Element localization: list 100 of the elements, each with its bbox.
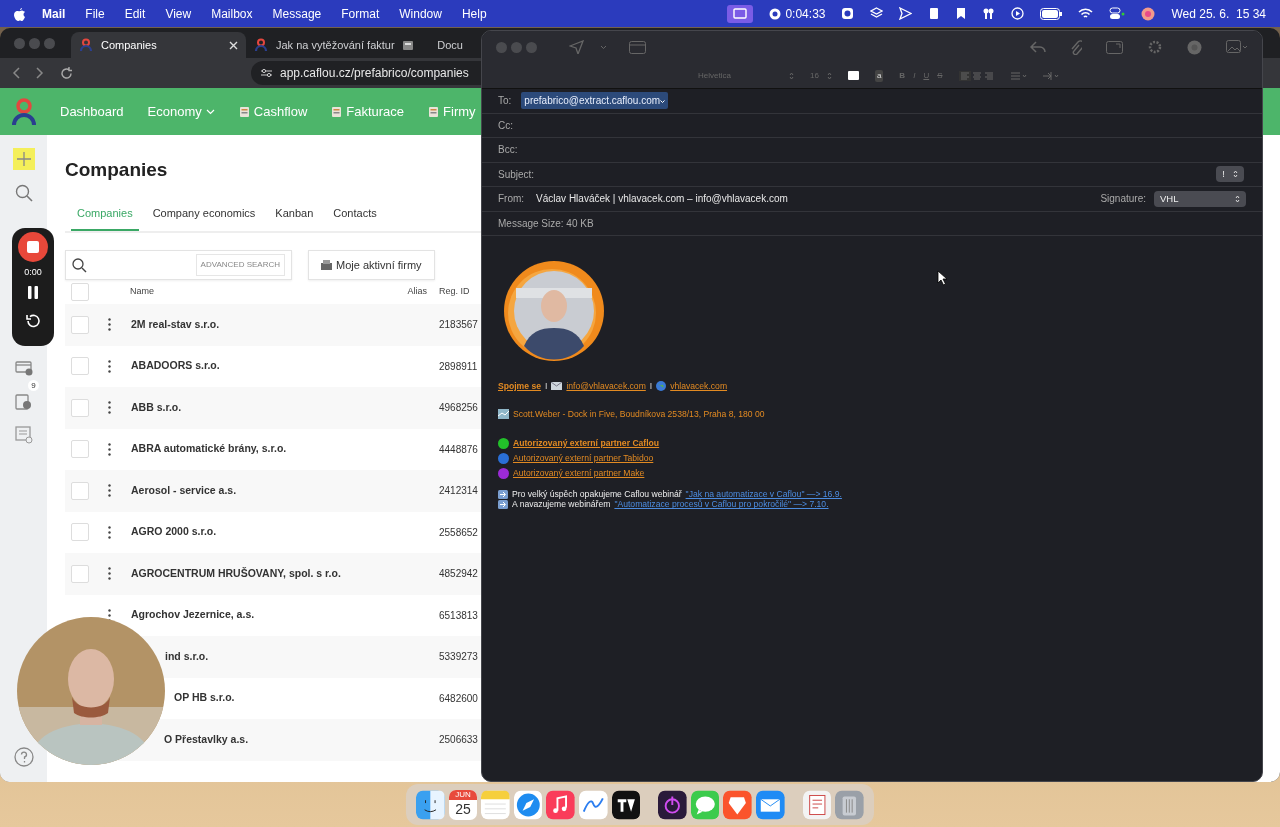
screen-recording-icon[interactable] [727,4,754,23]
window-control[interactable] [14,37,25,49]
more-icon[interactable] [108,359,111,373]
row-checkbox[interactable] [71,315,89,334]
window-control[interactable] [44,37,55,49]
close-icon[interactable] [229,40,238,50]
website-link[interactable]: vhlavacek.com [670,380,728,393]
address-bar[interactable]: app.caflou.cz/prefabrico/companies [251,61,481,85]
more-icon[interactable] [108,484,111,498]
company-name[interactable]: ABB s.r.o. [131,399,182,416]
row-checkbox[interactable] [71,440,89,459]
more-icon[interactable] [108,525,111,539]
company-name[interactable]: O Přestavlky a.s. [164,731,249,748]
calendar-icon[interactable]: JUN 25 [448,789,478,820]
browser-tab[interactable]: Docu [421,32,471,58]
reload-icon[interactable] [60,66,73,80]
freeform-icon[interactable] [579,789,608,820]
document-preview-icon[interactable] [802,789,832,820]
indent-icon[interactable] [1042,71,1059,80]
company-name[interactable]: ind s.r.o. [165,648,209,665]
page-tab[interactable]: Company economics [146,198,262,231]
more-icon[interactable] [108,567,111,581]
app-menu[interactable]: Mail [42,4,66,23]
menu-item[interactable]: File [85,4,105,23]
card-icon[interactable] [14,360,33,376]
company-name[interactable]: Aerosol - service a.s. [131,482,237,499]
company-name[interactable]: AGROCENTRUM HRUŠOVANY, spol. s r.o. [131,565,341,582]
company-name[interactable]: ABRA automatické brány, s.r.o. [131,441,287,458]
help-icon[interactable] [13,747,34,767]
header-fields-icon[interactable] [629,40,646,54]
timer-icon[interactable] [769,7,782,20]
emoji-icon[interactable] [1187,39,1202,55]
compass-icon[interactable] [513,789,543,820]
play-icon[interactable] [1011,7,1025,20]
site-settings-icon[interactable] [261,68,272,78]
apple-menu-icon[interactable] [14,6,26,21]
browser-tab[interactable]: Jak na vytěžování faktur [246,32,421,58]
control-center-icon[interactable] [1109,7,1126,20]
add-button[interactable] [12,148,35,170]
earbuds-icon[interactable] [982,7,996,20]
row-checkbox[interactable] [71,398,89,417]
menu-item[interactable]: Help [461,4,487,23]
company-name[interactable]: OP HB s.r.o. [174,690,235,707]
color-wheel-icon[interactable] [1141,6,1156,21]
row-checkbox[interactable] [71,523,89,542]
window-control[interactable] [29,37,40,49]
page-tab[interactable]: Kanban [269,198,320,231]
clipboard-icon[interactable] [928,7,941,20]
priority-select[interactable]: ! [1216,166,1244,183]
partner-link[interactable]: Autorizovaný externí partner Tabidoo [513,451,654,465]
sender-value[interactable]: Václav Hlaváček | vhlavacek.com – info@vhlavacek.com [536,191,788,207]
markup-icon[interactable] [1106,40,1123,54]
text-color-swatch[interactable] [847,71,859,80]
contact-link[interactable]: Spojme se [498,380,541,393]
invoice-icon[interactable] [15,391,32,410]
layers-icon[interactable] [870,7,884,20]
power-icon[interactable] [658,789,687,820]
menu-item[interactable]: Format [341,4,380,23]
search-field[interactable]: ADVANCED SEARCH [65,250,292,280]
more-icon[interactable] [108,401,111,415]
browser-tab[interactable]: Companies [71,32,246,58]
highlight-button[interactable]: a [874,69,884,82]
battery-icon[interactable] [1040,7,1063,20]
page-tab[interactable]: Contacts [327,198,383,231]
bookmark-icon[interactable] [956,7,967,20]
report-icon[interactable] [14,426,33,444]
select-all-checkbox[interactable] [71,283,89,301]
row-checkbox[interactable] [71,357,89,376]
recipient-token[interactable]: prefabrico@extract.caflou.com [521,92,669,110]
company-name[interactable]: ABADOORS s.r.o. [131,358,220,375]
company-name[interactable]: AGRO 2000 s.r.o. [131,524,217,541]
mail-icon[interactable] [756,789,785,820]
app-status-icon[interactable] [841,7,855,20]
forward-icon[interactable] [36,67,44,79]
row-checkbox[interactable] [71,481,89,500]
menu-item[interactable]: View [165,4,192,23]
signature-select[interactable]: VHL [1154,190,1246,207]
row-checkbox[interactable] [71,564,89,583]
company-name[interactable]: 2M real-stav s.r.o. [131,316,220,333]
menu-item[interactable]: Message [272,4,322,23]
pause-icon[interactable] [27,285,39,299]
restart-icon[interactable] [25,312,41,329]
wifi-icon[interactable] [1078,7,1094,20]
advanced-search-button[interactable]: ADVANCED SEARCH [195,254,285,276]
more-icon[interactable] [108,442,111,456]
music-icon[interactable] [546,789,576,820]
paperclip-icon[interactable] [1070,39,1082,55]
more-icon[interactable] [108,318,111,332]
webinar-link[interactable]: "Automatizace procesů v Caflou pro pokročilé" —> 7.10. [614,498,829,512]
partner-link[interactable]: Autorizovaný externí partner Make [513,466,645,480]
company-name[interactable]: Agrochov Jezernice, a.s. [131,607,255,624]
reply-icon[interactable] [1030,41,1046,53]
partner-link[interactable]: Autorizovaný externí partner Caflou [513,436,660,450]
photo-browser-icon[interactable] [1226,40,1248,54]
trash-icon[interactable] [835,789,864,820]
effects-icon[interactable] [1147,39,1163,55]
menu-item[interactable]: Window [399,4,442,23]
menu-item[interactable]: Edit [124,4,146,23]
caflou-logo-icon[interactable] [12,97,36,126]
back-icon[interactable] [12,67,20,79]
